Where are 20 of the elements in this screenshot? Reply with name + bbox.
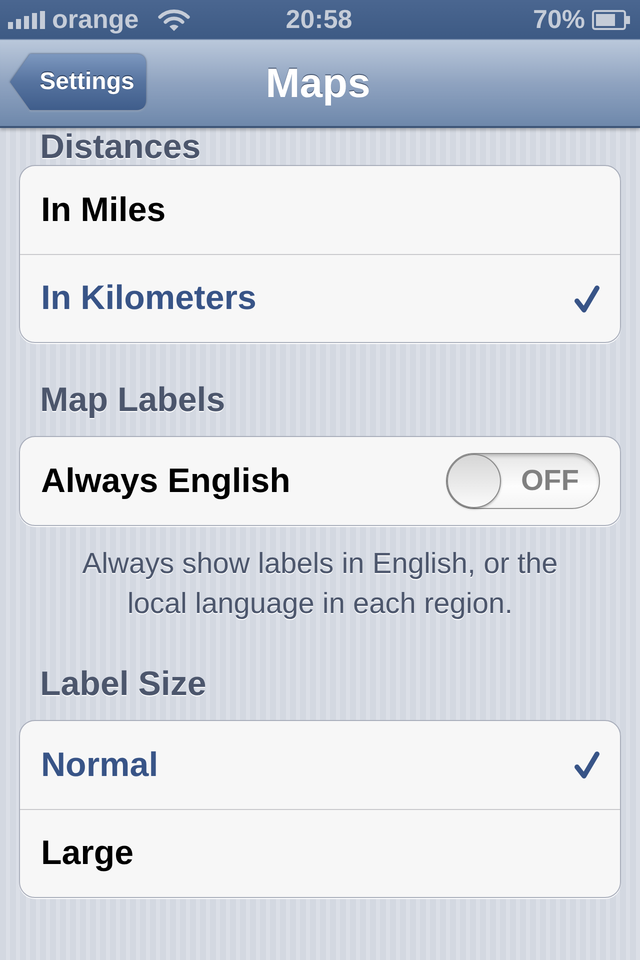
section-header: Label Size [39,665,208,703]
battery-percent: 70% [532,4,585,35]
section-header: Distances [39,128,202,166]
back-button[interactable]: Settings [10,54,146,110]
section-footer: Always show labels in English, or the local language in each region. [19,526,621,627]
section-header: Map Labels [39,381,226,419]
checkmark-icon [574,751,600,779]
toggle-switch[interactable]: OFF [446,453,600,509]
clock-time: 20:58 [286,4,352,35]
battery-icon [592,10,630,30]
nav-title: Maps [266,60,370,106]
setting-label: Always English [41,462,290,500]
wifi-icon [158,8,190,30]
option-row[interactable]: In Miles [20,166,620,254]
signal-icon [8,10,45,28]
option-row[interactable]: In Kilometers [20,254,620,342]
checkmark-icon [574,284,600,312]
option-row[interactable]: Large [20,809,620,897]
option-row[interactable]: Normal [20,721,620,809]
carrier-name: orange [52,4,139,35]
